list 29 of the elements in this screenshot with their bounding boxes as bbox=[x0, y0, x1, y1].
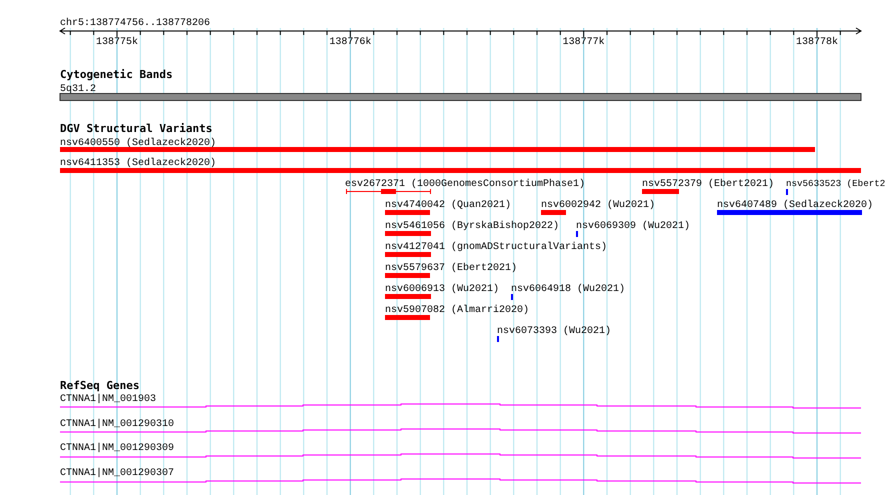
variant-label: nsv6069309 (Wu2021) bbox=[576, 221, 690, 232]
variant-label: nsv6411353 (Sedlazeck2020) bbox=[60, 158, 216, 169]
track-title: Cytogenetic Bands bbox=[60, 68, 173, 81]
variant-label: nsv5572379 (Ebert2021) bbox=[642, 179, 774, 190]
tick-label: 138778k bbox=[796, 37, 838, 48]
gene-label: CTNNA1|NM_001290307 bbox=[60, 468, 174, 479]
variant-label: nsv5633523 (Ebert2 bbox=[786, 178, 886, 189]
variant-label: esv2672371 (1000GenomesConsortiumPhase1) bbox=[345, 179, 586, 190]
gene-label: CTNNA1|NM_001903 bbox=[60, 394, 156, 405]
variant-label: nsv6002942 (Wu2021) bbox=[541, 200, 656, 211]
variant-label: nsv6073393 (Wu2021) bbox=[497, 326, 612, 337]
tick-label: 138776k bbox=[329, 37, 372, 48]
track-title: RefSeq Genes bbox=[60, 379, 140, 392]
tick-label: 138775k bbox=[96, 37, 138, 48]
band-label: 5q31.2 bbox=[60, 84, 96, 95]
variant-label: nsv4740042 (Quan2021) bbox=[385, 200, 512, 211]
gene-label: CTNNA1|NM_001290309 bbox=[60, 443, 174, 454]
variant-label: nsv5579637 (Ebert2021) bbox=[385, 263, 518, 274]
variant-label: nsv6064918 (Wu2021) bbox=[511, 284, 626, 295]
variant-label: nsv5461056 (ByrskaBishop2022) bbox=[385, 221, 560, 232]
variant-label: nsv4127041 (gnomADStructuralVariants) bbox=[385, 242, 608, 253]
tick-label: 138777k bbox=[562, 37, 605, 48]
gene-label: CTNNA1|NM_001290310 bbox=[60, 419, 174, 430]
variant-label: nsv5907082 (Almarri2020) bbox=[385, 305, 530, 316]
variant-label: nsv6006913 (Wu2021) bbox=[385, 284, 500, 295]
variant-label: nsv6407489 (Sedlazeck2020) bbox=[717, 200, 874, 211]
track-title: DGV Structural Variants bbox=[60, 122, 212, 135]
variant-label: nsv6400550 (Sedlazeck2020) bbox=[60, 138, 216, 149]
location-label: chr5:138774756..138778206 bbox=[60, 18, 210, 29]
